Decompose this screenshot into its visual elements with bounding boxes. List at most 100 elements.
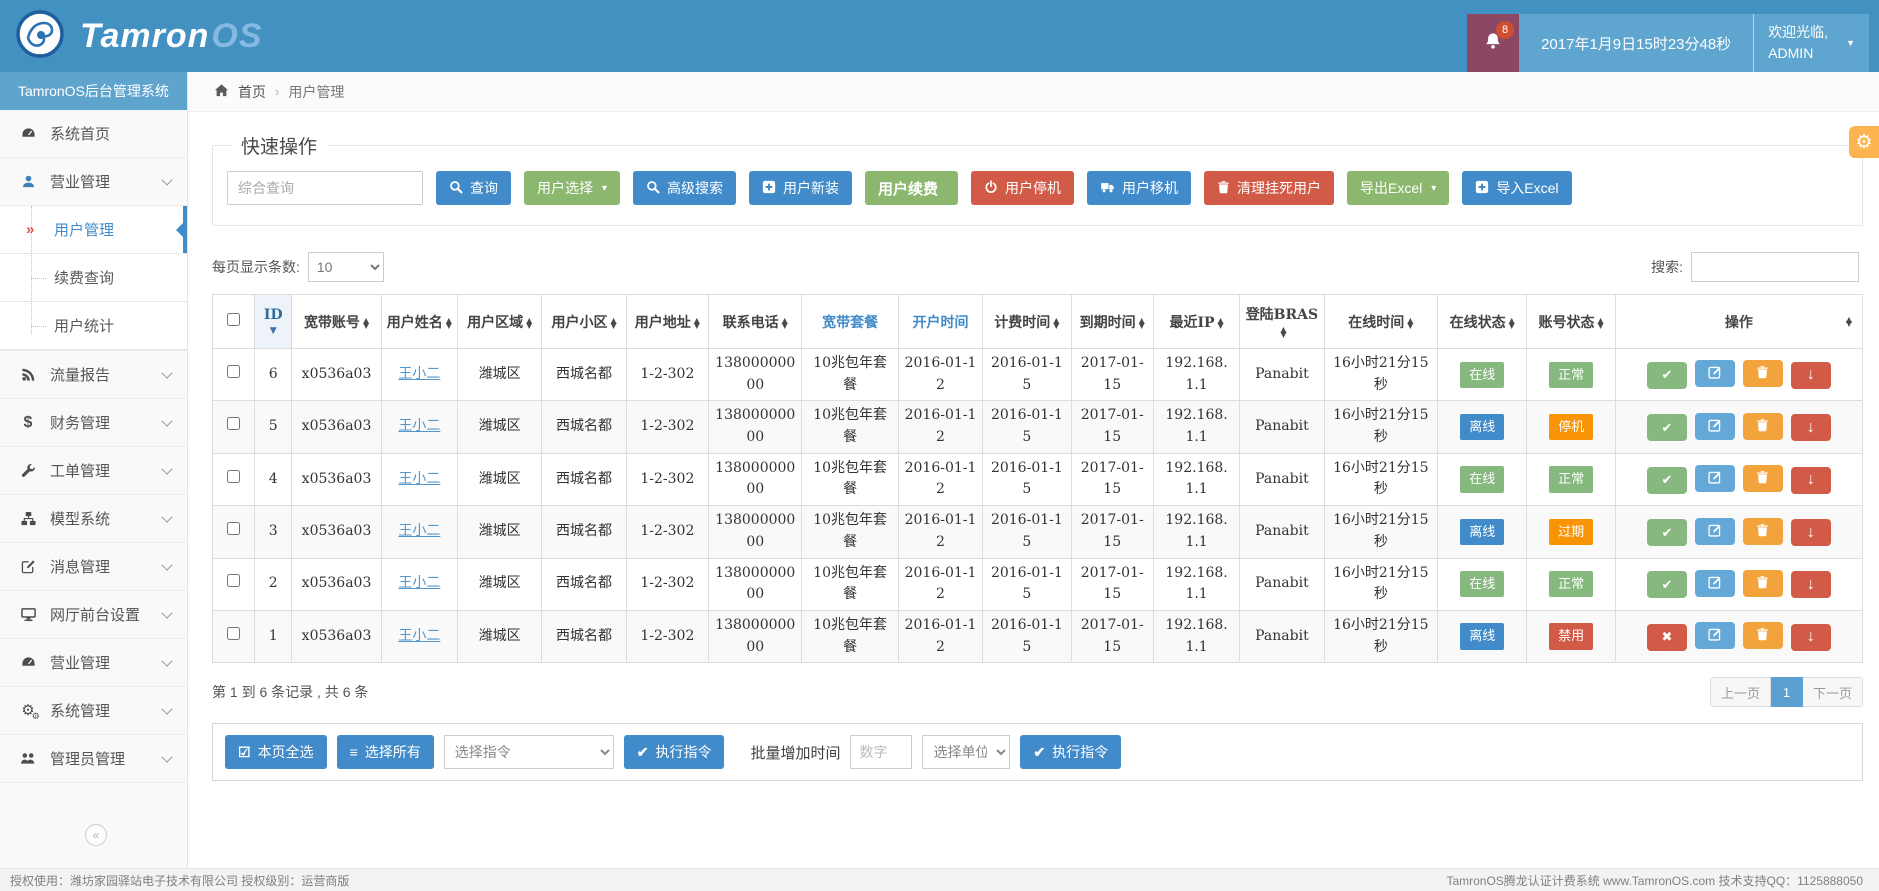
download-button[interactable]: ↓ [1791, 624, 1831, 651]
per-page-select[interactable]: 10 [308, 252, 384, 282]
sidebar-item-5[interactable]: 模型系统 [0, 495, 187, 543]
cell-online-status: 在线 [1438, 558, 1527, 610]
sidebar-item-10[interactable]: 管理员管理 [0, 735, 187, 783]
edit-button[interactable] [1695, 622, 1735, 649]
sidebar-item-0[interactable]: 系统首页 [0, 110, 187, 158]
col-到期时间[interactable]: 到期时间▲▼ [1071, 295, 1153, 349]
execute-command-button[interactable]: ✔ 执行指令 [624, 735, 725, 769]
sidebar-item-3[interactable]: $财务管理 [0, 399, 187, 447]
col-联系电话[interactable]: 联系电话▲▼ [709, 295, 802, 349]
sidebar-collapse-button[interactable]: « [85, 824, 107, 846]
command-select[interactable]: 选择指令 [444, 735, 614, 769]
per-page-label: 每页显示条数: [212, 257, 300, 277]
user-name-link[interactable]: 王小二 [398, 523, 440, 539]
sidebar-item-6[interactable]: 消息管理 [0, 543, 187, 591]
enable-button[interactable]: ✔ [1647, 414, 1687, 441]
user-name-link[interactable]: 王小二 [398, 418, 440, 434]
row-checkbox[interactable] [227, 417, 240, 430]
download-button[interactable]: ↓ [1791, 414, 1831, 441]
col-ID[interactable]: ID▼ [255, 295, 292, 349]
pagination-next-button[interactable]: 下一页 [1803, 677, 1863, 707]
sidebar-item-8[interactable]: 营业管理 [0, 639, 187, 687]
notifications-button[interactable]: 8 [1467, 14, 1519, 72]
combined-search-input[interactable] [227, 171, 423, 205]
advanced-search-button[interactable]: 高级搜索 [633, 171, 736, 205]
col-在线时间[interactable]: 在线时间▲▼ [1324, 295, 1437, 349]
user-name-link[interactable]: 王小二 [398, 575, 440, 591]
row-checkbox[interactable] [227, 365, 240, 378]
unit-select[interactable]: 选择单位 [922, 735, 1010, 769]
select-all-page-button[interactable]: ☑ 本页全选 [225, 735, 327, 769]
sidebar-subitem-0[interactable]: »用户管理 [0, 206, 187, 254]
enable-button[interactable]: ✔ [1647, 571, 1687, 598]
export-excel-button[interactable]: 导出Excel▾ [1347, 171, 1449, 205]
row-checkbox[interactable] [227, 627, 240, 640]
search-button[interactable]: 查询 [436, 171, 511, 205]
enable-button[interactable]: ✔ [1647, 467, 1687, 494]
sidebar-item-1[interactable]: 营业管理 [0, 158, 187, 206]
relocate-user-button[interactable]: 用户移机 [1087, 171, 1191, 205]
user-menu[interactable]: 欢迎光临,ADMIN ▼ [1753, 14, 1869, 72]
sidebar-item-4[interactable]: 工单管理 [0, 447, 187, 495]
delete-button[interactable] [1743, 570, 1783, 597]
edit-button[interactable] [1695, 360, 1735, 387]
user-name-link[interactable]: 王小二 [398, 471, 440, 487]
batch-number-input[interactable] [850, 735, 912, 769]
col-最近IP[interactable]: 最近IP▲▼ [1153, 295, 1239, 349]
download-button[interactable]: ↓ [1791, 519, 1831, 546]
table-search-input[interactable] [1691, 252, 1859, 282]
brand[interactable]: TamronOS [14, 8, 263, 65]
pagination-page-1[interactable]: 1 [1771, 677, 1803, 707]
settings-gear-tab[interactable]: ⚙ [1849, 126, 1879, 158]
download-button[interactable]: ↓ [1791, 571, 1831, 598]
cleanup-dead-users-button[interactable]: 清理挂死用户 [1204, 171, 1334, 205]
user-select-button[interactable]: 用户选择▾ [524, 171, 620, 205]
suspend-user-button[interactable]: 用户停机 [971, 171, 1074, 205]
disable-button[interactable]: ✖ [1647, 624, 1687, 651]
col-计费时间[interactable]: 计费时间▲▼ [983, 295, 1071, 349]
edit-button[interactable] [1695, 465, 1735, 492]
row-checkbox[interactable] [227, 574, 240, 587]
new-user-button[interactable]: 用户新装 [749, 171, 852, 205]
col-在线状态[interactable]: 在线状态▲▼ [1438, 295, 1527, 349]
download-button[interactable]: ↓ [1791, 362, 1831, 389]
col-操作[interactable]: 操作▲▼ [1615, 295, 1862, 349]
import-excel-button[interactable]: 导入Excel [1462, 171, 1571, 205]
col-开户时间[interactable]: 开户时间 [898, 295, 982, 349]
sidebar-item-2[interactable]: 流量报告 [0, 351, 187, 399]
row-checkbox[interactable] [227, 522, 240, 535]
delete-button[interactable] [1743, 465, 1783, 492]
sidebar-item-9[interactable]: ⚙⚙系统管理 [0, 687, 187, 735]
delete-button[interactable] [1743, 360, 1783, 387]
caret-down-icon: ▾ [602, 183, 607, 194]
col-用户区域[interactable]: 用户区域▲▼ [458, 295, 542, 349]
enable-button[interactable]: ✔ [1647, 519, 1687, 546]
renew-user-button[interactable]: 用户续费 [865, 171, 958, 205]
col-账号状态[interactable]: 账号状态▲▼ [1527, 295, 1615, 349]
user-name-link[interactable]: 王小二 [398, 366, 440, 382]
pagination-prev-button[interactable]: 上一页 [1710, 677, 1771, 707]
sidebar-item-7[interactable]: 网厅前台设置 [0, 591, 187, 639]
col-登陆BRAS[interactable]: 登陆BRAS▲▼ [1240, 295, 1324, 349]
sidebar-subitem-2[interactable]: 用户统计 [0, 302, 187, 350]
select-all-button[interactable]: ≡ 选择所有 [337, 735, 434, 769]
edit-button[interactable] [1695, 570, 1735, 597]
row-checkbox[interactable] [227, 470, 240, 483]
enable-button[interactable]: ✔ [1647, 362, 1687, 389]
select-all-checkbox[interactable] [227, 313, 240, 326]
sidebar-subitem-1[interactable]: 续费查询 [0, 254, 187, 302]
col-用户小区[interactable]: 用户小区▲▼ [542, 295, 626, 349]
col-宽带套餐[interactable]: 宽带套餐 [802, 295, 898, 349]
delete-button[interactable] [1743, 413, 1783, 440]
col-用户地址[interactable]: 用户地址▲▼ [626, 295, 708, 349]
delete-button[interactable] [1743, 518, 1783, 545]
col-用户姓名[interactable]: 用户姓名▲▼ [381, 295, 457, 349]
edit-button[interactable] [1695, 413, 1735, 440]
col-宽带账号[interactable]: 宽带账号▲▼ [292, 295, 381, 349]
delete-button[interactable] [1743, 622, 1783, 649]
breadcrumb-home[interactable]: 首页 [238, 82, 266, 102]
execute-batch-button[interactable]: ✔ 执行指令 [1020, 735, 1121, 769]
user-name-link[interactable]: 王小二 [398, 628, 440, 644]
download-button[interactable]: ↓ [1791, 467, 1831, 494]
edit-button[interactable] [1695, 518, 1735, 545]
